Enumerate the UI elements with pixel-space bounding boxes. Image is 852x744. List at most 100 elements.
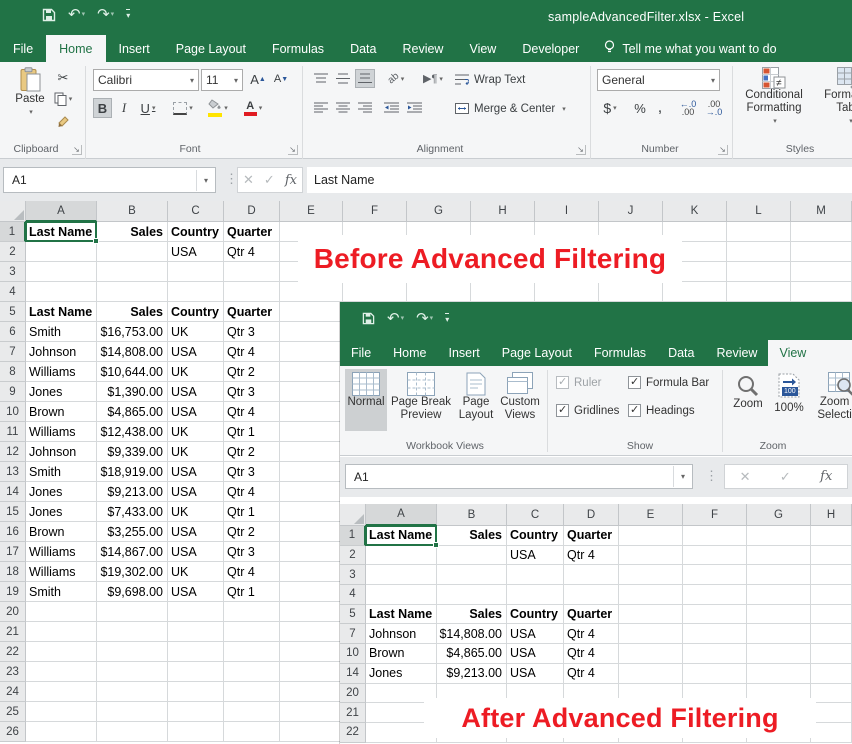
font-name-dropdown-icon[interactable]: ▾ xyxy=(190,76,194,85)
tab-formulas[interactable]: Formulas xyxy=(259,35,337,62)
insert-function-icon[interactable]: fx xyxy=(285,173,297,188)
row-header-26[interactable]: 26 xyxy=(0,722,26,742)
column-header-D[interactable]: D xyxy=(224,201,280,222)
cell-C10[interactable]: USA xyxy=(168,402,224,422)
cell-C23[interactable] xyxy=(168,662,224,682)
align-right-button[interactable] xyxy=(355,98,375,117)
cell-A1[interactable]: Last Name xyxy=(26,222,97,242)
cell-L4[interactable] xyxy=(727,282,791,302)
inset-cell-D1[interactable]: Quarter xyxy=(564,526,619,546)
column-header-B[interactable]: B xyxy=(97,201,168,222)
paste-dropdown-icon[interactable]: ▾ xyxy=(29,106,33,119)
cell-B23[interactable] xyxy=(97,662,168,682)
inset-cell-G5[interactable] xyxy=(747,605,811,625)
cell-E21[interactable] xyxy=(280,622,343,642)
tab-home[interactable]: Home xyxy=(46,35,105,62)
inset-cell-B14[interactable]: $9,213.00 xyxy=(437,664,507,684)
decrease-decimal-button[interactable]: .00→.0 xyxy=(702,98,726,118)
enter-icon[interactable]: ✓ xyxy=(264,172,275,188)
cell-D10[interactable]: Qtr 4 xyxy=(224,402,280,422)
cell-D20[interactable] xyxy=(224,602,280,622)
inset-name-box[interactable]: A1 ▾ xyxy=(345,464,693,489)
comma-style-button[interactable]: , xyxy=(653,98,667,118)
cell-B18[interactable]: $19,302.00 xyxy=(97,562,168,582)
column-header-F[interactable]: F xyxy=(343,201,407,222)
inset-cell-G1[interactable] xyxy=(747,526,811,546)
cell-C5[interactable]: Country xyxy=(168,302,224,322)
inset-row-header-21[interactable]: 21 xyxy=(340,703,366,723)
column-header-G[interactable]: G xyxy=(407,201,471,222)
font-size-combo[interactable]: 11▾ xyxy=(201,69,243,91)
inset-cell-A10[interactable]: Brown xyxy=(366,644,437,664)
cell-B8[interactable]: $10,644.00 xyxy=(97,362,168,382)
cell-E6[interactable] xyxy=(280,322,343,342)
increase-font-size-button[interactable]: A▲ xyxy=(248,69,268,89)
custom-views-button[interactable]: Custom Views xyxy=(498,369,542,431)
cell-B4[interactable] xyxy=(97,282,168,302)
cell-D11[interactable]: Qtr 1 xyxy=(224,422,280,442)
cell-E7[interactable] xyxy=(280,342,343,362)
inset-cell-C2[interactable]: USA xyxy=(507,546,564,566)
center-button[interactable] xyxy=(333,98,353,117)
cell-C16[interactable]: USA xyxy=(168,522,224,542)
bottom-align-button[interactable] xyxy=(355,69,375,88)
inset-column-header-C[interactable]: C xyxy=(507,504,564,526)
cell-D15[interactable]: Qtr 1 xyxy=(224,502,280,522)
alignment-dialog-launcher[interactable]: ↘ xyxy=(576,145,586,155)
inset-cell-F14[interactable] xyxy=(683,664,747,684)
column-header-H[interactable]: H xyxy=(471,201,535,222)
inset-row-header-10[interactable]: 10 xyxy=(340,644,366,664)
cut-button[interactable]: ✂ xyxy=(53,69,73,87)
cell-B5[interactable]: Sales xyxy=(97,302,168,322)
inset-cell-H14[interactable] xyxy=(811,664,852,684)
tell-me-box[interactable]: Tell me what you want to do xyxy=(592,35,788,62)
cell-E16[interactable] xyxy=(280,522,343,542)
cell-A15[interactable]: Jones xyxy=(26,502,97,522)
column-header-K[interactable]: K xyxy=(663,201,727,222)
inset-row-header-22[interactable]: 22 xyxy=(340,723,366,743)
tab-developer[interactable]: Developer xyxy=(509,35,592,62)
inset-tab-page-layout[interactable]: Page Layout xyxy=(491,340,583,366)
cell-B2[interactable] xyxy=(97,242,168,262)
number-format-combo[interactable]: General▾ xyxy=(597,69,720,91)
format-painter-button[interactable] xyxy=(53,112,73,130)
inset-cell-H20[interactable] xyxy=(811,684,852,704)
inset-row-header-14[interactable]: 14 xyxy=(340,664,366,684)
row-header-20[interactable]: 20 xyxy=(0,602,26,622)
inset-column-header-D[interactable]: D xyxy=(564,504,619,526)
inset-row-header-3[interactable]: 3 xyxy=(340,565,366,585)
tab-view[interactable]: View xyxy=(456,35,509,62)
row-header-25[interactable]: 25 xyxy=(0,702,26,722)
row-header-10[interactable]: 10 xyxy=(0,402,26,422)
inset-cell-A2[interactable] xyxy=(366,546,437,566)
cell-M4[interactable] xyxy=(791,282,852,302)
inset-cell-H5[interactable] xyxy=(811,605,852,625)
cell-D8[interactable]: Qtr 2 xyxy=(224,362,280,382)
inset-cell-F5[interactable] xyxy=(683,605,747,625)
cell-C15[interactable]: UK xyxy=(168,502,224,522)
cell-D6[interactable]: Qtr 3 xyxy=(224,322,280,342)
cell-M1[interactable] xyxy=(791,222,852,242)
cell-C17[interactable]: USA xyxy=(168,542,224,562)
inset-row-header-7[interactable]: 7 xyxy=(340,624,366,644)
inset-cell-B2[interactable] xyxy=(437,546,507,566)
cell-C26[interactable] xyxy=(168,722,224,742)
zoom-to-selection-button[interactable]: Zoom to Selection xyxy=(812,369,852,431)
accounting-dropdown-icon[interactable]: ▾ xyxy=(613,104,617,112)
row-header-6[interactable]: 6 xyxy=(0,322,26,342)
inset-column-header-H[interactable]: H xyxy=(811,504,852,526)
cell-D4[interactable] xyxy=(224,282,280,302)
inset-cell-G14[interactable] xyxy=(747,664,811,684)
font-color-button[interactable]: A ▾ xyxy=(238,98,268,118)
cell-B14[interactable]: $9,213.00 xyxy=(97,482,168,502)
cell-M2[interactable] xyxy=(791,242,852,262)
inset-insert-function-icon[interactable]: fx xyxy=(820,469,832,484)
inset-cell-B4[interactable] xyxy=(437,585,507,605)
inset-row-header-1[interactable]: 1 xyxy=(340,526,366,546)
inset-cell-H21[interactable] xyxy=(811,703,852,723)
name-box[interactable]: A1 ▾ xyxy=(3,167,216,193)
inset-cell-D2[interactable]: Qtr 4 xyxy=(564,546,619,566)
row-header-8[interactable]: 8 xyxy=(0,362,26,382)
cell-A4[interactable] xyxy=(26,282,97,302)
row-header-17[interactable]: 17 xyxy=(0,542,26,562)
